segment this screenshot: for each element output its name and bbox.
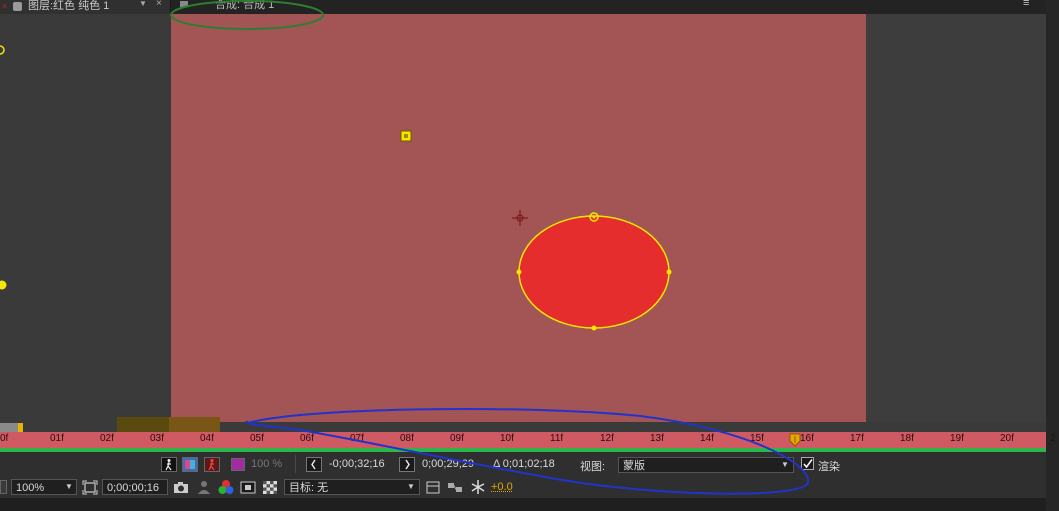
green-annotation-circle <box>170 0 324 30</box>
blue-annotation-loop <box>245 407 810 495</box>
ruler-tick-label: 2 <box>1050 433 1056 444</box>
annotation-overlay <box>170 0 810 495</box>
